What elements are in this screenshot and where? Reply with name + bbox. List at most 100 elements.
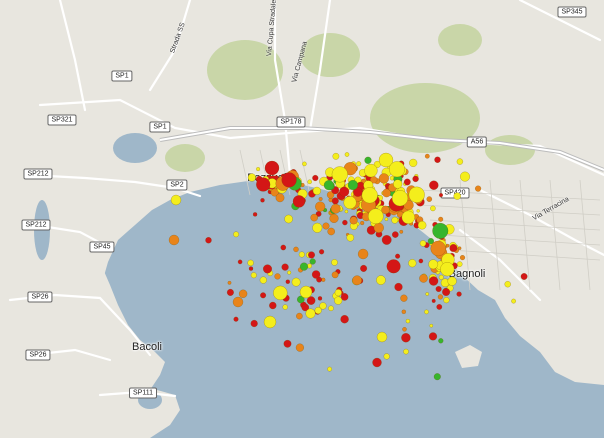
quake-marker[interactable] xyxy=(298,251,305,258)
quake-marker[interactable] xyxy=(391,216,399,224)
quake-marker[interactable] xyxy=(329,213,339,224)
quake-marker[interactable] xyxy=(438,193,444,198)
quake-marker[interactable] xyxy=(435,285,442,293)
quake-marker[interactable] xyxy=(356,161,362,167)
quake-marker[interactable] xyxy=(432,222,449,239)
quake-marker[interactable] xyxy=(401,332,411,343)
quake-marker[interactable] xyxy=(315,201,326,212)
quake-marker[interactable] xyxy=(168,234,180,246)
quake-marker[interactable] xyxy=(302,161,307,167)
quake-marker[interactable] xyxy=(310,213,319,222)
quake-marker[interactable] xyxy=(227,280,232,285)
quake-marker[interactable] xyxy=(417,220,427,230)
quake-marker[interactable] xyxy=(436,303,443,310)
quake-marker[interactable] xyxy=(280,244,287,251)
quake-marker[interactable] xyxy=(364,156,372,164)
quake-marker[interactable] xyxy=(378,173,390,184)
quake-marker[interactable] xyxy=(347,179,359,191)
quake-marker[interactable] xyxy=(232,296,244,308)
quake-marker[interactable] xyxy=(274,273,281,280)
quake-marker[interactable] xyxy=(344,209,349,214)
quake-marker[interactable] xyxy=(408,259,417,268)
quake-marker[interactable] xyxy=(409,158,418,168)
quake-marker[interactable] xyxy=(425,292,430,296)
quake-marker[interactable] xyxy=(429,323,434,328)
quake-marker[interactable] xyxy=(357,248,369,260)
quake-marker[interactable] xyxy=(438,274,444,280)
quake-marker[interactable] xyxy=(264,160,280,176)
quake-marker[interactable] xyxy=(388,161,406,178)
quake-marker[interactable] xyxy=(367,208,384,225)
quake-marker[interactable] xyxy=(344,152,350,157)
quake-marker[interactable] xyxy=(291,277,301,287)
quake-marker[interactable] xyxy=(430,240,446,257)
quake-marker[interactable] xyxy=(307,179,313,185)
quake-marker[interactable] xyxy=(273,285,288,301)
quake-marker[interactable] xyxy=(233,316,239,322)
quake-marker[interactable] xyxy=(317,296,323,301)
quake-marker[interactable] xyxy=(256,167,261,172)
quake-marker[interactable] xyxy=(449,243,458,253)
quake-marker[interactable] xyxy=(296,312,303,320)
quake-marker[interactable] xyxy=(311,270,321,279)
quake-marker[interactable] xyxy=(424,309,429,315)
quake-marker[interactable] xyxy=(376,331,388,343)
quake-marker[interactable] xyxy=(309,258,316,265)
quake-marker[interactable] xyxy=(402,326,407,332)
quake-marker[interactable] xyxy=(428,259,439,270)
quake-marker[interactable] xyxy=(384,217,389,222)
quake-marker[interactable] xyxy=(259,276,267,284)
quake-marker[interactable] xyxy=(391,231,399,238)
quake-marker[interactable] xyxy=(395,253,401,259)
quake-marker[interactable] xyxy=(283,339,292,348)
quake-marker[interactable] xyxy=(327,227,336,236)
quake-marker[interactable] xyxy=(256,177,271,192)
quake-marker[interactable] xyxy=(405,318,411,324)
quake-marker[interactable] xyxy=(393,179,403,189)
quake-marker[interactable] xyxy=(323,180,335,191)
quake-marker[interactable] xyxy=(352,275,363,286)
quake-marker[interactable] xyxy=(440,262,455,277)
quake-marker[interactable] xyxy=(312,174,319,182)
quake-marker[interactable] xyxy=(307,251,316,259)
quake-marker[interactable] xyxy=(364,163,378,178)
quake-marker[interactable] xyxy=(399,229,404,234)
quake-marker[interactable] xyxy=(401,309,407,315)
quake-marker[interactable] xyxy=(376,275,386,285)
quake-marker[interactable] xyxy=(252,212,258,217)
quake-marker[interactable] xyxy=(332,152,340,160)
quake-marker[interactable] xyxy=(318,196,323,202)
quake-marker[interactable] xyxy=(322,222,330,230)
quake-marker[interactable] xyxy=(431,298,436,303)
quake-marker[interactable] xyxy=(281,263,289,271)
quake-marker[interactable] xyxy=(312,186,322,196)
quake-marker[interactable] xyxy=(428,276,439,286)
quake-marker[interactable] xyxy=(416,209,420,213)
quake-marker[interactable] xyxy=(334,296,343,305)
quake-marker[interactable] xyxy=(342,219,348,226)
quake-marker[interactable] xyxy=(334,288,342,297)
quake-marker[interactable] xyxy=(349,216,358,225)
quake-marker[interactable] xyxy=(412,175,419,183)
quake-marker[interactable] xyxy=(170,194,182,206)
quake-marker[interactable] xyxy=(318,249,325,255)
quake-marker[interactable] xyxy=(328,305,334,312)
quake-marker[interactable] xyxy=(305,308,316,319)
quake-marker[interactable] xyxy=(430,205,436,212)
quake-marker[interactable] xyxy=(360,220,365,226)
quake-marker[interactable] xyxy=(408,186,425,203)
quake-marker[interactable] xyxy=(419,240,427,247)
quake-marker[interactable] xyxy=(442,287,451,297)
quake-marker[interactable] xyxy=(386,259,401,274)
quake-marker[interactable] xyxy=(237,259,243,265)
quake-marker[interactable] xyxy=(331,259,338,266)
quake-marker[interactable] xyxy=(269,301,277,310)
quake-marker[interactable] xyxy=(361,187,378,204)
quake-marker[interactable] xyxy=(287,270,292,275)
quake-marker[interactable] xyxy=(447,276,457,286)
quake-marker[interactable] xyxy=(284,214,293,224)
quake-marker[interactable] xyxy=(391,190,409,207)
quake-marker[interactable] xyxy=(339,186,350,197)
quake-marker[interactable] xyxy=(260,292,267,299)
quake-marker[interactable] xyxy=(438,216,444,222)
